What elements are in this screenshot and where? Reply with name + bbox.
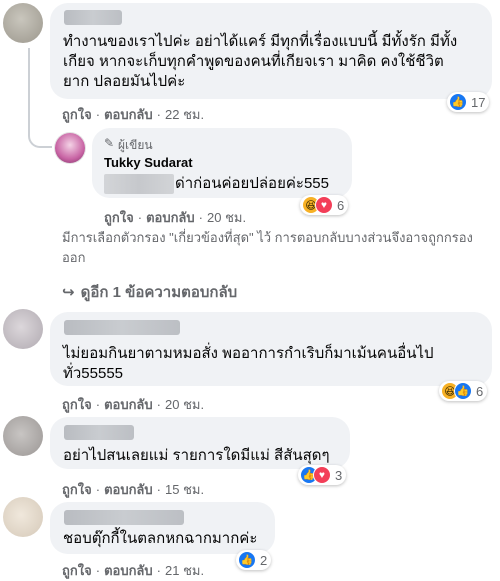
mention-redacted[interactable] <box>104 174 174 194</box>
author-name[interactable]: Tukky Sudarat <box>104 155 193 170</box>
reaction-summary[interactable]: 😆 👍 6 <box>439 381 488 401</box>
like-button[interactable]: ถูกใจ <box>62 482 92 497</box>
comment-actions: ถูกใจ · ตอบกลับ · 15 ชม. <box>62 482 205 497</box>
author-badge: ผู้เขียน <box>118 138 153 152</box>
comment-text-line: ทำงานของเราไปค่ะ อย่าได้แคร์ มีทุกที่เรื… <box>63 33 458 50</box>
comment-text-line: ยาก ปลอยมันไปค่ะ <box>63 73 186 90</box>
comment-text-line: ทั่ว55555 <box>63 365 124 382</box>
like-icon: 👍 <box>454 382 472 400</box>
like-button[interactable]: ถูกใจ <box>62 563 92 578</box>
comment-timestamp[interactable]: 22 ชม. <box>165 107 204 122</box>
comment-timestamp[interactable]: 15 ชม. <box>165 482 204 497</box>
commenter-avatar[interactable] <box>3 497 43 537</box>
commenter-name-redacted[interactable] <box>64 510 184 525</box>
reaction-count: 6 <box>337 197 345 213</box>
view-more-replies-link[interactable]: ↪ ดูอีก 1 ข้อความตอบกลับ <box>62 280 237 304</box>
reply-text: ด่าก่อนค่อยปล่อยค่ะ555 <box>175 175 329 192</box>
love-icon: ♥ <box>315 196 333 214</box>
author-badge-icon: ✎ <box>104 136 115 150</box>
commenter-avatar[interactable] <box>3 3 43 43</box>
reply-button[interactable]: ตอบกลับ <box>104 482 153 497</box>
love-icon: ♥ <box>313 466 331 484</box>
reaction-summary[interactable]: 👍 2 <box>236 550 272 570</box>
reply-button[interactable]: ตอบกลับ <box>104 397 153 412</box>
reaction-count: 2 <box>260 552 268 568</box>
comment-text-line: เกียจ หากจะเก็บทุกคำพูดของคนที่เกียจเรา … <box>63 53 444 70</box>
reaction-count: 17 <box>471 94 486 110</box>
author-avatar[interactable] <box>55 133 85 163</box>
filter-notice: มีการเลือกตัวกรอง "เกี่ยวข้องที่สุด" ไว้… <box>62 230 473 265</box>
comment-timestamp[interactable]: 21 ชม. <box>165 563 204 578</box>
reply-actions: ถูกใจ · ตอบกลับ · 20 ชม. <box>104 210 247 225</box>
reaction-summary[interactable]: 😆 ♥ 6 <box>300 195 349 215</box>
like-button[interactable]: ถูกใจ <box>62 397 92 412</box>
commenter-name-redacted[interactable] <box>64 10 122 25</box>
comment-text-line: อย่าไปสนเลยแม่ รายการใดมีแม่ สีสันสุดๆ <box>63 447 330 464</box>
reply-arrow-icon: ↪ <box>62 284 75 301</box>
thread-connector <box>28 48 52 148</box>
reply-button[interactable]: ตอบกลับ <box>104 563 153 578</box>
commenter-name-redacted[interactable] <box>64 320 180 335</box>
reaction-count: 3 <box>335 467 343 483</box>
commenter-avatar[interactable] <box>3 309 43 349</box>
like-icon: 👍 <box>238 551 256 569</box>
reply-timestamp[interactable]: 20 ชม. <box>207 210 246 225</box>
like-button[interactable]: ถูกใจ <box>62 107 92 122</box>
like-button[interactable]: ถูกใจ <box>104 210 134 225</box>
reaction-count: 6 <box>476 383 484 399</box>
reaction-summary[interactable]: 👍 ♥ 3 <box>298 465 347 485</box>
comment-text-line: ชอบตุ๊กกี้ในตลกหกฉากมากค่ะ <box>63 530 258 547</box>
comment-actions: ถูกใจ · ตอบกลับ · 21 ชม. <box>62 563 205 578</box>
comment-text-line: ไม่ยอมกินยาตามหมอสั่ง พออาการกำเริบก็มาเ… <box>63 345 434 362</box>
like-icon: 👍 <box>449 93 467 111</box>
reply-button[interactable]: ตอบกลับ <box>146 210 195 225</box>
more-replies-label: ดูอีก 1 ข้อความตอบกลับ <box>80 284 238 301</box>
comment-actions: ถูกใจ · ตอบกลับ · 20 ชม. <box>62 397 205 412</box>
reaction-summary[interactable]: 👍 17 <box>447 92 490 112</box>
commenter-avatar[interactable] <box>3 416 43 456</box>
reply-button[interactable]: ตอบกลับ <box>104 107 153 122</box>
commenter-name-redacted[interactable] <box>64 425 134 440</box>
comment-timestamp[interactable]: 20 ชม. <box>165 397 204 412</box>
comment-actions: ถูกใจ · ตอบกลับ · 22 ชม. <box>62 107 205 122</box>
